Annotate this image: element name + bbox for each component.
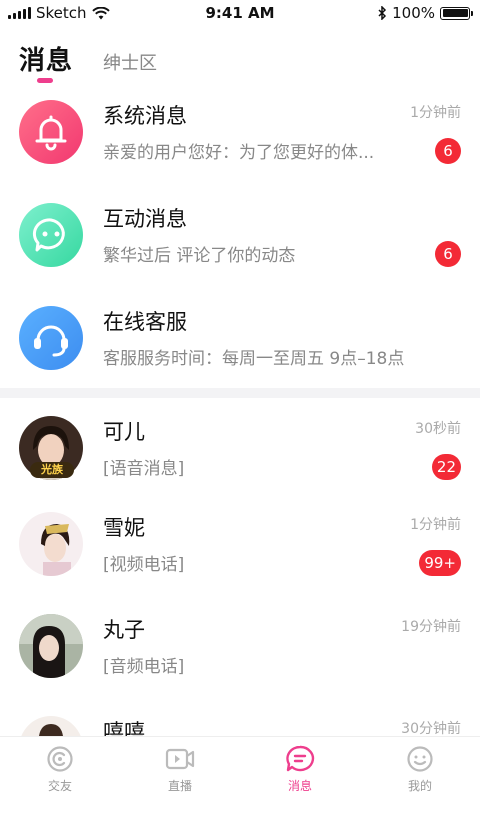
row-title: 互动消息 bbox=[103, 207, 187, 231]
row-title: 系统消息 bbox=[103, 104, 187, 128]
nav-label: 交友 bbox=[47, 779, 72, 793]
row-subtitle: 客服服务时间：每周一至周五 9点–18点 bbox=[103, 349, 405, 369]
nav-label: 直播 bbox=[167, 779, 192, 793]
tab-indicator bbox=[37, 78, 53, 83]
nav-messages[interactable]: 消息 bbox=[260, 745, 340, 794]
medal-badge: 光族 bbox=[30, 462, 74, 478]
customer-service-avatar bbox=[19, 306, 83, 370]
user-photo bbox=[19, 614, 83, 678]
last-message: [音频电话] bbox=[103, 657, 185, 677]
avatar bbox=[19, 512, 83, 576]
live-icon bbox=[165, 748, 195, 770]
row-subtitle: 繁华过后 评论了你的动态 bbox=[103, 246, 296, 266]
bell-icon bbox=[35, 115, 67, 151]
row-subtitle: 亲爱的用户您好：为了您更好的体... bbox=[103, 143, 375, 163]
nav-label: 我的 bbox=[407, 779, 432, 793]
row-time: 30秒前 bbox=[415, 421, 461, 437]
tab-messages[interactable]: 消息 bbox=[19, 40, 73, 77]
unread-badge: 6 bbox=[435, 138, 461, 164]
section-divider bbox=[0, 388, 480, 398]
tab-gentleman-zone[interactable]: 绅士区 bbox=[103, 49, 157, 75]
battery-fill bbox=[442, 9, 468, 17]
row-time: 30分钟前 bbox=[401, 721, 461, 737]
message-icon bbox=[286, 745, 315, 772]
chat-bubble-icon bbox=[32, 218, 65, 252]
top-tabs: 消息 绅士区 bbox=[0, 38, 480, 88]
nav-label: 消息 bbox=[287, 779, 312, 793]
bottom-nav: 交友 直播 消息 我的 bbox=[0, 736, 480, 801]
battery-icon bbox=[440, 6, 473, 20]
row-time: 1分钟前 bbox=[410, 105, 461, 121]
unread-badge: 99+ bbox=[419, 550, 461, 576]
row-time: 1分钟前 bbox=[410, 517, 461, 533]
nav-profile[interactable]: 我的 bbox=[380, 745, 460, 794]
unread-badge: 6 bbox=[435, 241, 461, 267]
unread-badge: 22 bbox=[431, 454, 461, 480]
battery-percent: 100% bbox=[392, 4, 435, 22]
status-bar: Sketch 9:41 AM 100% bbox=[0, 0, 480, 28]
last-message: [视频电话] bbox=[103, 555, 185, 575]
row-time: 19分钟前 bbox=[401, 619, 461, 635]
interaction-message-avatar bbox=[19, 203, 83, 267]
list-item-chat[interactable]: 光族 可儿 [语音消息] 30秒前 22 bbox=[0, 416, 480, 518]
nav-live[interactable]: 直播 bbox=[140, 745, 220, 794]
contact-name: 雪妮 bbox=[103, 516, 145, 540]
bluetooth-icon bbox=[378, 6, 387, 20]
friends-icon bbox=[47, 746, 73, 772]
user-photo bbox=[19, 512, 83, 576]
headset-icon bbox=[34, 325, 68, 357]
list-item-interaction-message[interactable]: 互动消息 繁华过后 评论了你的动态 6 bbox=[0, 203, 480, 305]
status-right: 100% bbox=[378, 4, 473, 22]
row-title: 在线客服 bbox=[103, 310, 187, 334]
contact-name: 可儿 bbox=[103, 420, 145, 444]
last-message: [语音消息] bbox=[103, 459, 185, 479]
list-item-system-message[interactable]: 系统消息 亲爱的用户您好：为了您更好的体... 1分钟前 6 bbox=[0, 100, 480, 202]
nav-friends[interactable]: 交友 bbox=[20, 745, 100, 794]
system-message-avatar bbox=[19, 100, 83, 164]
profile-icon bbox=[407, 746, 433, 772]
avatar bbox=[19, 614, 83, 678]
list-item-chat[interactable]: 丸子 [音频电话] 19分钟前 bbox=[0, 614, 480, 716]
contact-name: 丸子 bbox=[103, 618, 145, 642]
list-item-chat[interactable]: 雪妮 [视频电话] 1分钟前 99+ bbox=[0, 512, 480, 614]
